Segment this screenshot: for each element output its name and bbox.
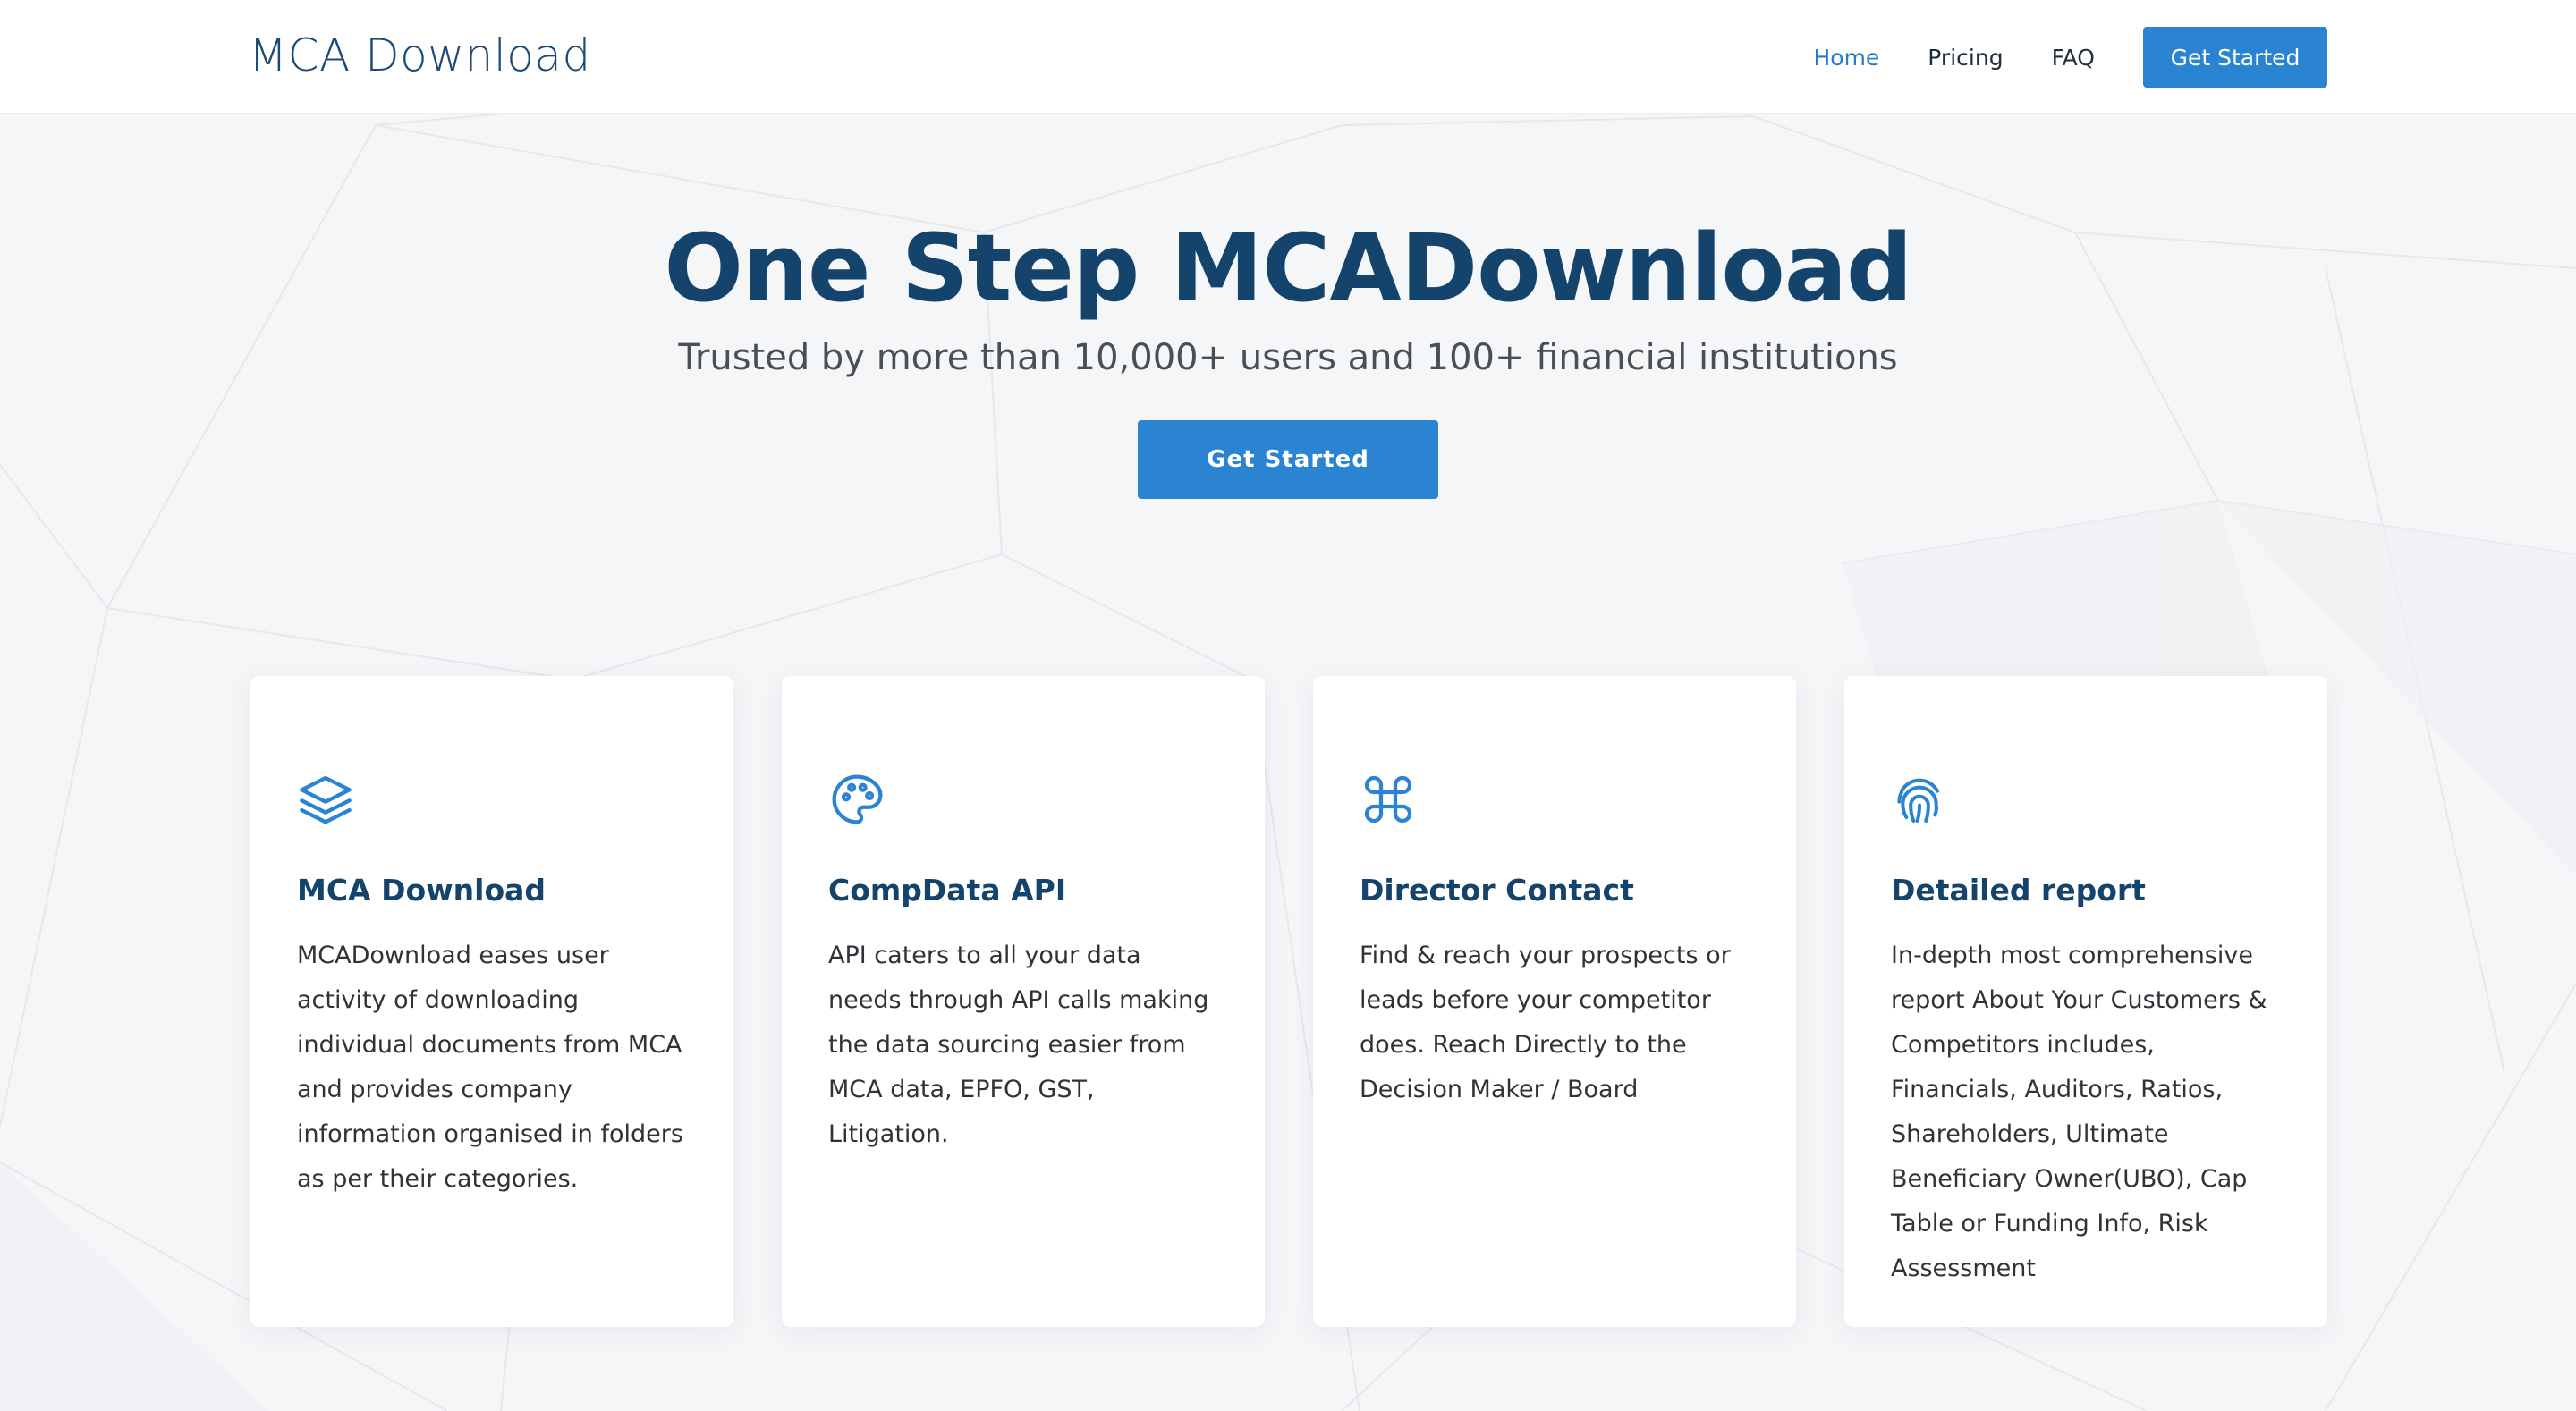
layers-icon	[297, 771, 354, 828]
card-title: Detailed report	[1891, 873, 2146, 908]
feature-card-compdata-api: CompData API API caters to all your data…	[782, 676, 1265, 1327]
page: MCA Download Home Pricing FAQ Get Starte…	[0, 0, 2576, 1411]
command-icon	[1360, 771, 1417, 828]
card-title: MCA Download	[297, 873, 547, 908]
hero-subtitle: Trusted by more than 10,000+ users and 1…	[678, 337, 1898, 378]
feature-cards: MCA Download MCADownload eases user acti…	[250, 676, 2327, 1327]
card-title: CompData API	[828, 873, 1067, 908]
top-navbar: MCA Download Home Pricing FAQ Get Starte…	[0, 0, 2576, 114]
card-description: API caters to all your data needs throug…	[828, 942, 1209, 1148]
card-description: In-depth most comprehensive report About…	[1891, 942, 2267, 1282]
hero-get-started-button[interactable]: Get Started	[1138, 420, 1438, 499]
header-get-started-button[interactable]: Get Started	[2143, 27, 2327, 88]
brand-logo[interactable]: MCA Download	[249, 27, 591, 84]
main-nav: Home Pricing FAQ Get Started	[1765, 27, 2327, 88]
card-description: MCADownload eases user activity of downl…	[297, 942, 683, 1193]
card-title: Director Contact	[1360, 873, 1634, 908]
nav-link-home[interactable]: Home	[1813, 45, 1879, 71]
card-description: Find & reach your prospects or leads bef…	[1360, 942, 1731, 1103]
nav-link-faq[interactable]: FAQ	[2052, 45, 2095, 71]
nav-link-pricing[interactable]: Pricing	[1928, 45, 2003, 71]
fingerprint-icon	[1891, 771, 1948, 828]
hero-title: One Step MCADownload	[664, 214, 1913, 323]
feature-card-mca-download: MCA Download MCADownload eases user acti…	[250, 676, 733, 1327]
hero-section: One Step MCADownload Trusted by more tha…	[0, 114, 2576, 499]
palette-icon	[828, 771, 886, 828]
feature-card-detailed-report: Detailed report In-depth most comprehens…	[1844, 676, 2327, 1327]
feature-card-director-contact: Director Contact Find & reach your prosp…	[1313, 676, 1796, 1327]
